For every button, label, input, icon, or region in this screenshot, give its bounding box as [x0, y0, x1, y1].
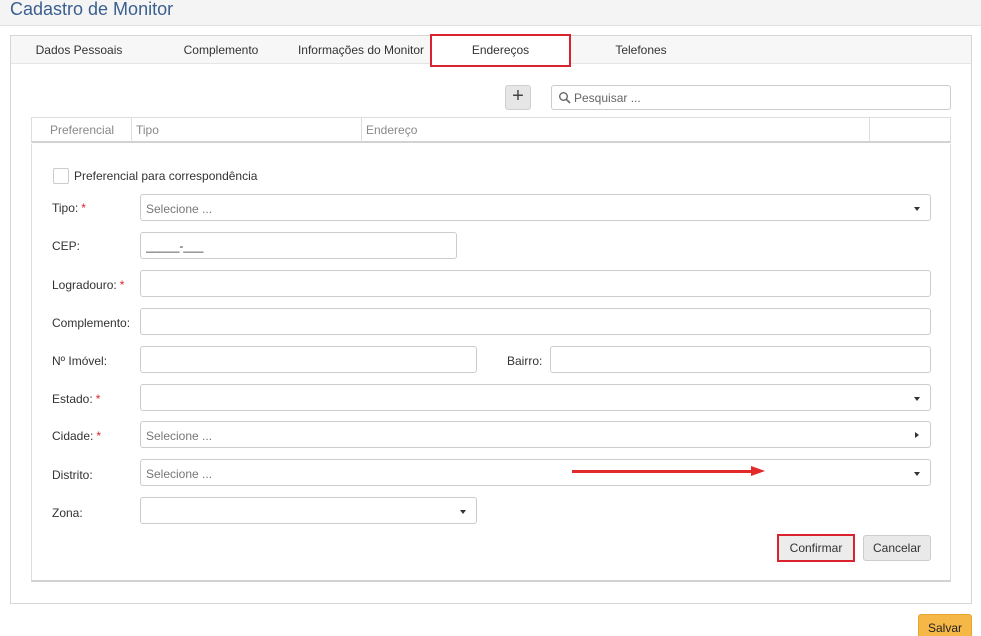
- distrito-label: Distrito:: [52, 468, 93, 482]
- chevron-down-icon: [914, 397, 920, 401]
- cidade-select-value: Selecione ...: [146, 429, 213, 443]
- annotation-arrow: [572, 470, 754, 473]
- bairro-field: [550, 346, 931, 373]
- tipo-select-value: Selecione ...: [146, 202, 213, 216]
- zona-select[interactable]: [140, 497, 477, 524]
- estado-select[interactable]: [140, 384, 931, 411]
- complemento-input[interactable]: [141, 309, 930, 334]
- cancel-button[interactable]: Cancelar: [863, 535, 931, 561]
- page-title: Cadastro de Monitor: [10, 0, 174, 19]
- tab-dados-pessoais[interactable]: Dados Pessoais: [29, 36, 129, 64]
- column-actions: [870, 118, 950, 142]
- numero-input[interactable]: [141, 347, 476, 372]
- address-form: Preferencial para correspondência Tipo: *…: [31, 144, 951, 582]
- column-tipo[interactable]: Tipo: [132, 118, 362, 142]
- cidade-select[interactable]: Selecione ...: [140, 421, 931, 448]
- tab-informacoes-monitor[interactable]: Informações do Monitor: [293, 36, 429, 64]
- complemento-label: Complemento:: [52, 316, 131, 330]
- bairro-label: Bairro:: [507, 354, 543, 368]
- chevron-down-icon: [914, 472, 920, 476]
- search-box: [551, 85, 951, 110]
- tipo-select[interactable]: Selecione ...: [140, 194, 931, 221]
- cep-input[interactable]: [141, 233, 456, 258]
- column-preferencial[interactable]: Preferencial: [32, 118, 132, 142]
- add-address-button[interactable]: +: [505, 85, 531, 110]
- main-panel: Dados Pessoais Complemento Informações d…: [10, 34, 972, 604]
- required-mark: *: [119, 278, 125, 292]
- preferencial-checkbox-label: Preferencial para correspondência: [74, 169, 258, 183]
- chevron-right-icon: [915, 432, 919, 438]
- numero-label: Nº Imóvel:: [52, 354, 108, 368]
- estado-label: Estado: *: [52, 392, 101, 406]
- distrito-select[interactable]: Selecione ...: [140, 459, 931, 486]
- cep-field: [140, 232, 457, 259]
- bairro-input[interactable]: [551, 347, 930, 372]
- logradouro-field: [140, 270, 931, 297]
- cep-label: CEP:: [52, 239, 81, 253]
- title-bar: Cadastro de Monitor: [0, 0, 981, 26]
- required-mark: *: [81, 201, 86, 215]
- preferencial-checkbox[interactable]: [53, 168, 69, 184]
- required-mark: *: [96, 429, 102, 443]
- required-mark: *: [95, 392, 101, 406]
- numero-field: [140, 346, 477, 373]
- tipo-label: Tipo: *: [52, 201, 86, 215]
- annotation-arrow-head: [751, 466, 765, 476]
- column-endereco[interactable]: Endereço: [362, 118, 870, 142]
- tab-telefones[interactable]: Telefones: [601, 36, 681, 64]
- tab-complemento[interactable]: Complemento: [171, 36, 271, 64]
- search-icon: [559, 92, 571, 104]
- chevron-down-icon: [460, 510, 466, 514]
- complemento-field: [140, 308, 931, 335]
- logradouro-label: Logradouro: *: [52, 278, 125, 292]
- search-input[interactable]: [574, 88, 944, 107]
- address-table-header: Preferencial Tipo Endereço: [31, 117, 951, 143]
- tab-bar: Dados Pessoais Complemento Informações d…: [11, 34, 971, 67]
- confirm-button[interactable]: Confirmar: [777, 534, 855, 562]
- chevron-down-icon: [914, 207, 920, 211]
- cidade-label: Cidade: *: [52, 429, 102, 443]
- save-button[interactable]: Salvar: [918, 614, 972, 636]
- logradouro-input[interactable]: [141, 271, 930, 296]
- distrito-select-value: Selecione ...: [146, 467, 213, 481]
- zona-label: Zona:: [52, 506, 83, 520]
- tab-enderecos[interactable]: Endereços: [430, 34, 571, 67]
